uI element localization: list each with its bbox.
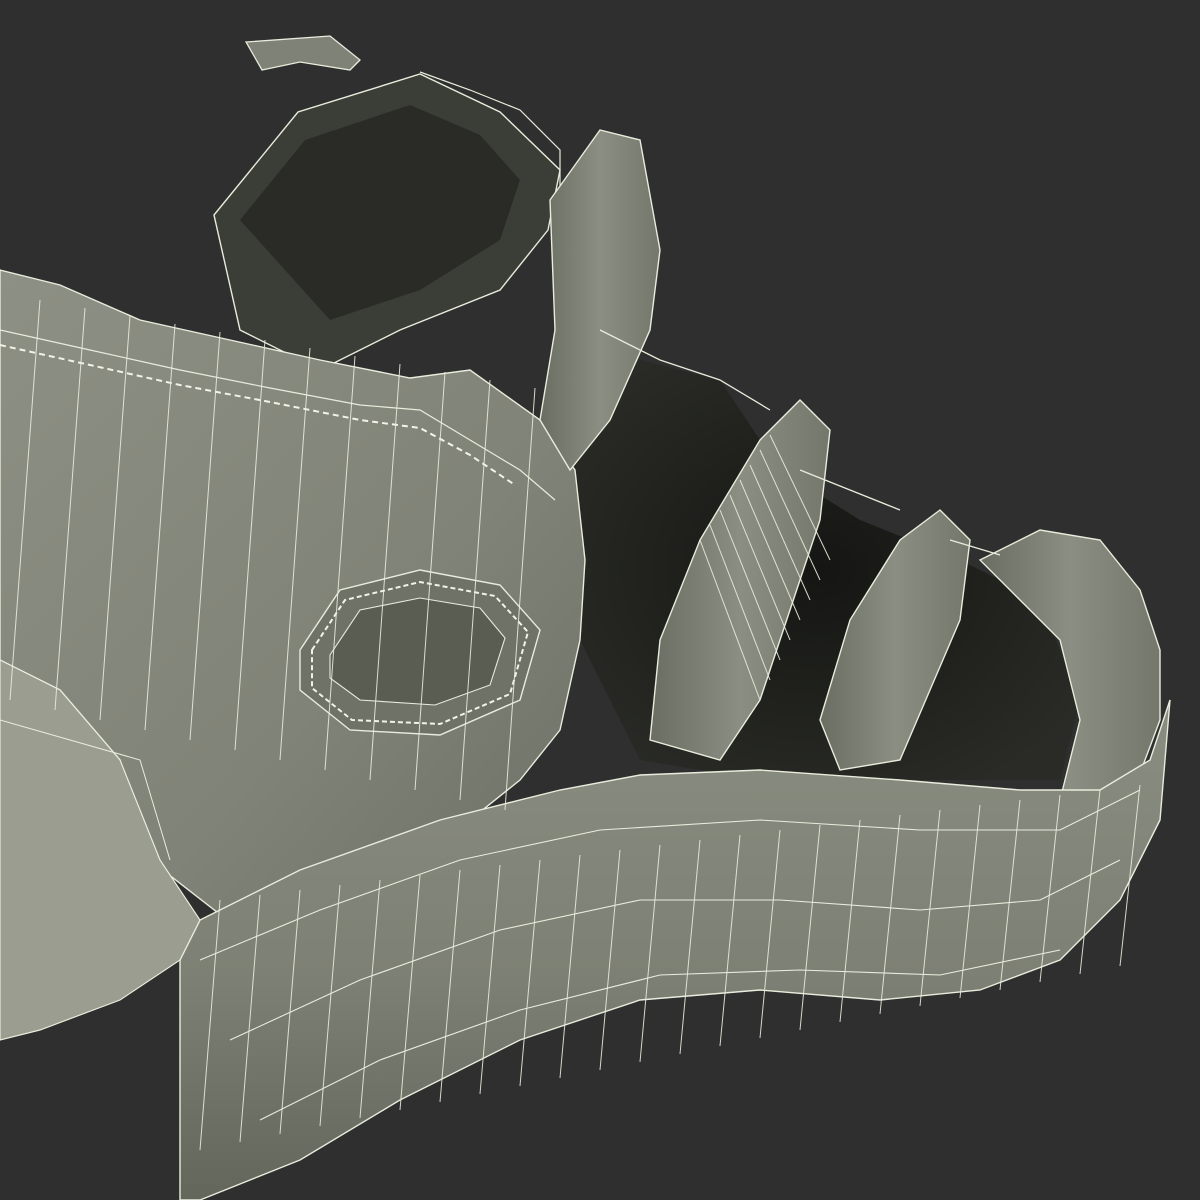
- sandal-model: [0, 35, 1171, 1200]
- strap-tab-top: [244, 35, 361, 71]
- heel-strap: [213, 35, 561, 371]
- render-viewport: [0, 0, 1200, 1200]
